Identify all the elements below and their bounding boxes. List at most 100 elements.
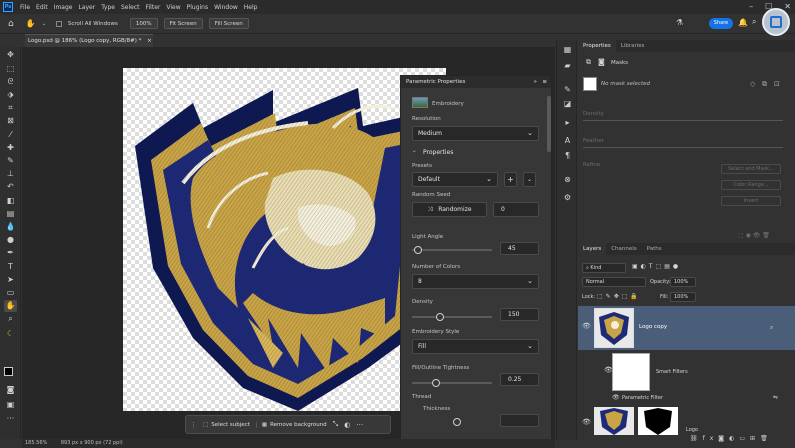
thickness-knob[interactable] bbox=[453, 418, 461, 426]
document-tab[interactable]: Logo.psd @ 186% (Logo copy, RGB/8#) * × bbox=[25, 34, 153, 47]
thickness-input[interactable] bbox=[500, 414, 539, 427]
object-select-tool-icon[interactable]: ⬗ bbox=[4, 89, 17, 101]
lock-icons[interactable]: ⬚✎✥⬚🔒 bbox=[597, 293, 641, 300]
brush-tool-icon[interactable]: ✎ bbox=[4, 155, 17, 167]
collapse-icon[interactable]: » bbox=[534, 76, 537, 88]
menu-select[interactable]: Select bbox=[118, 4, 143, 11]
light-angle-input[interactable]: 45 bbox=[500, 242, 539, 255]
chevron-down-icon[interactable]: ⌄ bbox=[42, 21, 46, 27]
history-brush-icon[interactable]: ↶ bbox=[4, 181, 17, 193]
3d-icon[interactable]: ⊗ bbox=[562, 174, 573, 185]
history-icon[interactable]: ▦ bbox=[562, 44, 573, 55]
fill-screen-button[interactable]: Fill Screen bbox=[208, 18, 249, 29]
rectangle-tool-icon[interactable]: ▭ bbox=[4, 287, 17, 299]
menu-filter[interactable]: Filter bbox=[143, 4, 164, 11]
edit-toolbar-icon[interactable]: ··· bbox=[4, 413, 17, 425]
light-angle-slider[interactable] bbox=[412, 249, 492, 251]
opacity-input[interactable]: 100% bbox=[670, 277, 696, 287]
crop-tool-icon[interactable]: ⌗ bbox=[4, 102, 17, 114]
resolution-dropdown[interactable]: Medium ⌄ bbox=[412, 126, 539, 141]
panel-scrollbar[interactable] bbox=[547, 96, 551, 152]
density-input[interactable]: 150 bbox=[500, 308, 539, 321]
visibility-eye-icon[interactable]: 👁 bbox=[582, 418, 591, 426]
menu-image[interactable]: Image bbox=[51, 4, 76, 11]
load-selection-icon[interactable]: ◇ bbox=[750, 80, 755, 88]
color-range-button[interactable]: Color Range... bbox=[721, 180, 781, 190]
properties-chevron-icon[interactable]: ⌄ bbox=[412, 148, 417, 154]
minimize-icon[interactable]: – bbox=[749, 2, 753, 11]
comments-icon[interactable]: ▰ bbox=[562, 60, 573, 71]
move-tool-icon[interactable]: ✥ bbox=[4, 49, 17, 61]
layer-row-parametric-filter[interactable]: 👁 Parametric Filter ⇋ bbox=[578, 393, 795, 405]
remove-background-button[interactable]: ▦ Remove background bbox=[255, 421, 327, 428]
transform-icon[interactable]: ⤡ bbox=[333, 420, 339, 429]
hand-tool-icon[interactable]: ✋ bbox=[4, 300, 17, 312]
vector-mask-icon[interactable]: ⊡ bbox=[774, 80, 780, 88]
pixel-layer-icon[interactable]: ⧉ bbox=[586, 58, 591, 67]
tightness-knob[interactable] bbox=[432, 379, 440, 387]
menu-window[interactable]: Window bbox=[211, 4, 241, 11]
embroidery-style-dropdown[interactable]: Fill ⌄ bbox=[412, 339, 539, 354]
tab-paths[interactable]: Paths bbox=[642, 243, 667, 255]
gradient-tool-icon[interactable]: ▤ bbox=[4, 208, 17, 220]
close-tab-icon[interactable]: × bbox=[147, 38, 152, 44]
type-tool-icon[interactable]: T bbox=[4, 261, 17, 273]
path-select-tool-icon[interactable]: ➤ bbox=[4, 274, 17, 286]
tightness-slider[interactable] bbox=[412, 382, 492, 384]
add-preset-button[interactable]: + bbox=[504, 172, 517, 187]
brush-settings-icon[interactable]: ✎ bbox=[562, 84, 573, 95]
tightness-input[interactable]: 0.25 bbox=[500, 373, 539, 386]
link-icon[interactable]: ⛓ bbox=[690, 435, 703, 442]
banana-icon[interactable]: ☾ bbox=[4, 328, 17, 340]
tab-properties[interactable]: Properties bbox=[578, 40, 616, 52]
pen-tool-icon[interactable]: ✒ bbox=[4, 247, 17, 259]
quick-mask-icon[interactable]: ◙ bbox=[4, 384, 17, 396]
menu-edit[interactable]: Edit bbox=[33, 4, 51, 11]
character-icon[interactable]: A bbox=[562, 135, 573, 146]
dodge-tool-icon[interactable]: ● bbox=[4, 234, 17, 246]
layer-row-logo-copy[interactable]: 👁 Logo copy ⌕ bbox=[578, 306, 795, 350]
plugins-icon[interactable]: ⚙ bbox=[562, 192, 573, 203]
scroll-all-windows-checkbox[interactable] bbox=[55, 20, 62, 27]
menu-layer[interactable]: Layer bbox=[75, 4, 98, 11]
kind-filter-dropdown[interactable]: ⌕ Kind bbox=[582, 263, 626, 273]
zoom-tool-icon[interactable]: ⌕ bbox=[4, 313, 17, 325]
notifications-bell-icon[interactable]: 🔔 bbox=[738, 18, 748, 27]
visibility-eye-icon[interactable]: 👁 bbox=[612, 394, 620, 401]
preset-menu-button[interactable]: ⌄ bbox=[523, 172, 536, 187]
adjustments-icon[interactable]: ◪ bbox=[562, 98, 573, 109]
randomize-button[interactable]: ⤨ Randomize bbox=[412, 202, 487, 217]
density-slider[interactable] bbox=[412, 316, 492, 318]
menu-type[interactable]: Type bbox=[98, 4, 118, 11]
menu-help[interactable]: Help bbox=[241, 4, 261, 11]
home-icon[interactable]: ⌂ bbox=[8, 19, 14, 29]
blur-tool-icon[interactable]: 💧 bbox=[4, 221, 17, 233]
menu-plugins[interactable]: Plugins bbox=[184, 4, 212, 11]
more-options-button[interactable]: ··· bbox=[356, 421, 363, 429]
foreground-color-swatch[interactable] bbox=[4, 367, 13, 376]
fit-screen-button[interactable]: Fit Screen bbox=[163, 18, 203, 29]
tab-libraries[interactable]: Libraries bbox=[616, 40, 650, 52]
folder-icon[interactable]: ▭ bbox=[739, 435, 750, 442]
hand-tool-icon[interactable]: ✋ bbox=[26, 19, 36, 28]
search-icon[interactable]: ⌕ bbox=[752, 17, 756, 27]
clone-stamp-icon[interactable]: ⊥ bbox=[4, 168, 17, 180]
density-knob[interactable] bbox=[436, 313, 444, 321]
share-button[interactable]: Share bbox=[709, 18, 733, 29]
fx-icon[interactable]: fx bbox=[703, 435, 719, 442]
paragraph-icon[interactable]: ¶ bbox=[562, 150, 573, 161]
select-subject-button[interactable]: ⬚ Select subject bbox=[203, 422, 250, 428]
mask-circle-icon[interactable]: ◐ bbox=[344, 421, 350, 429]
mask-add-icon[interactable]: ◙ bbox=[718, 435, 729, 442]
trash-icon[interactable]: 🗑 bbox=[760, 435, 773, 442]
fill-input[interactable]: 100% bbox=[670, 292, 696, 302]
invert-button[interactable]: Invert bbox=[721, 196, 781, 206]
number-of-colors-dropdown[interactable]: 8 ⌄ bbox=[412, 274, 539, 289]
marquee-tool-icon[interactable]: ⬚ bbox=[4, 63, 17, 75]
filter-options-icon[interactable]: ⇋ bbox=[773, 394, 778, 401]
frame-tool-icon[interactable]: ⊠ bbox=[4, 115, 17, 127]
presets-dropdown[interactable]: Default ⌄ bbox=[412, 172, 498, 187]
layer-row-smart-filters[interactable]: 👁 Smart Filters bbox=[578, 350, 795, 392]
select-and-mask-button[interactable]: Select and Mask... bbox=[721, 164, 781, 174]
blend-mode-dropdown[interactable]: Normal bbox=[582, 277, 646, 287]
